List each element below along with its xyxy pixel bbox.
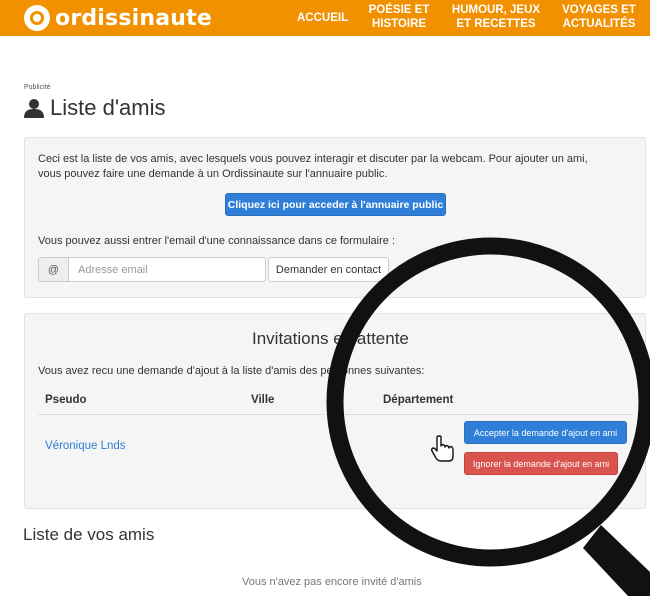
friends-empty-message: Vous n'avez pas encore invité d'amis [242, 576, 422, 588]
intro-text-line1: Ceci est la liste de vos amis, avec lesq… [38, 153, 588, 165]
column-header-departement: Département [383, 394, 454, 406]
invitations-description: Vous avez recu une demande d'ajout à la … [38, 365, 425, 377]
invitations-title: Invitations en attente [252, 329, 409, 348]
nav-poesie-histoire[interactable]: POÉSIE ET HISTOIRE [367, 3, 431, 31]
column-header-ville: Ville [251, 394, 275, 406]
email-prompt: Vous pouvez aussi entrer l'email d'une c… [38, 235, 396, 247]
page-heading: Liste d'amis [24, 95, 165, 121]
public-directory-button[interactable]: Cliquez ici pour acceder à l'annuaire pu… [225, 193, 446, 216]
intro-text-line2: vous pouvez faire une demande à un Ordis… [38, 168, 388, 180]
brand-name: ordissinaute [55, 5, 212, 31]
ad-label: Publicité [24, 84, 51, 91]
page-title: Liste d'amis [50, 95, 166, 120]
nav-humour-jeux-recettes[interactable]: HUMOUR, JEUX ET RECETTES [449, 3, 543, 31]
invitation-pseudo-link[interactable]: Véronique Lnds [45, 440, 126, 452]
accept-request-button[interactable]: Accepter la demande d'ajout en ami [464, 421, 627, 444]
top-navigation-bar: ordissinaute ACCUEIL POÉSIE ET HISTOIRE … [0, 0, 650, 36]
user-icon [24, 99, 44, 118]
logo-icon [24, 5, 50, 31]
site-logo[interactable]: ordissinaute [24, 5, 212, 31]
friends-list-title: Liste de vos amis [23, 525, 155, 544]
email-field[interactable] [68, 257, 266, 282]
request-contact-button[interactable]: Demander en contact [268, 257, 389, 282]
column-header-pseudo: Pseudo [45, 394, 87, 406]
table-header-divider [38, 414, 632, 415]
nav-accueil[interactable]: ACCUEIL [297, 11, 348, 25]
nav-voyages-actualites[interactable]: VOYAGES ET ACTUALITÉS [558, 3, 640, 31]
ignore-request-button[interactable]: Ignorer la demande d'ajout en ami [464, 452, 618, 475]
at-sign-addon: @ [38, 257, 69, 282]
